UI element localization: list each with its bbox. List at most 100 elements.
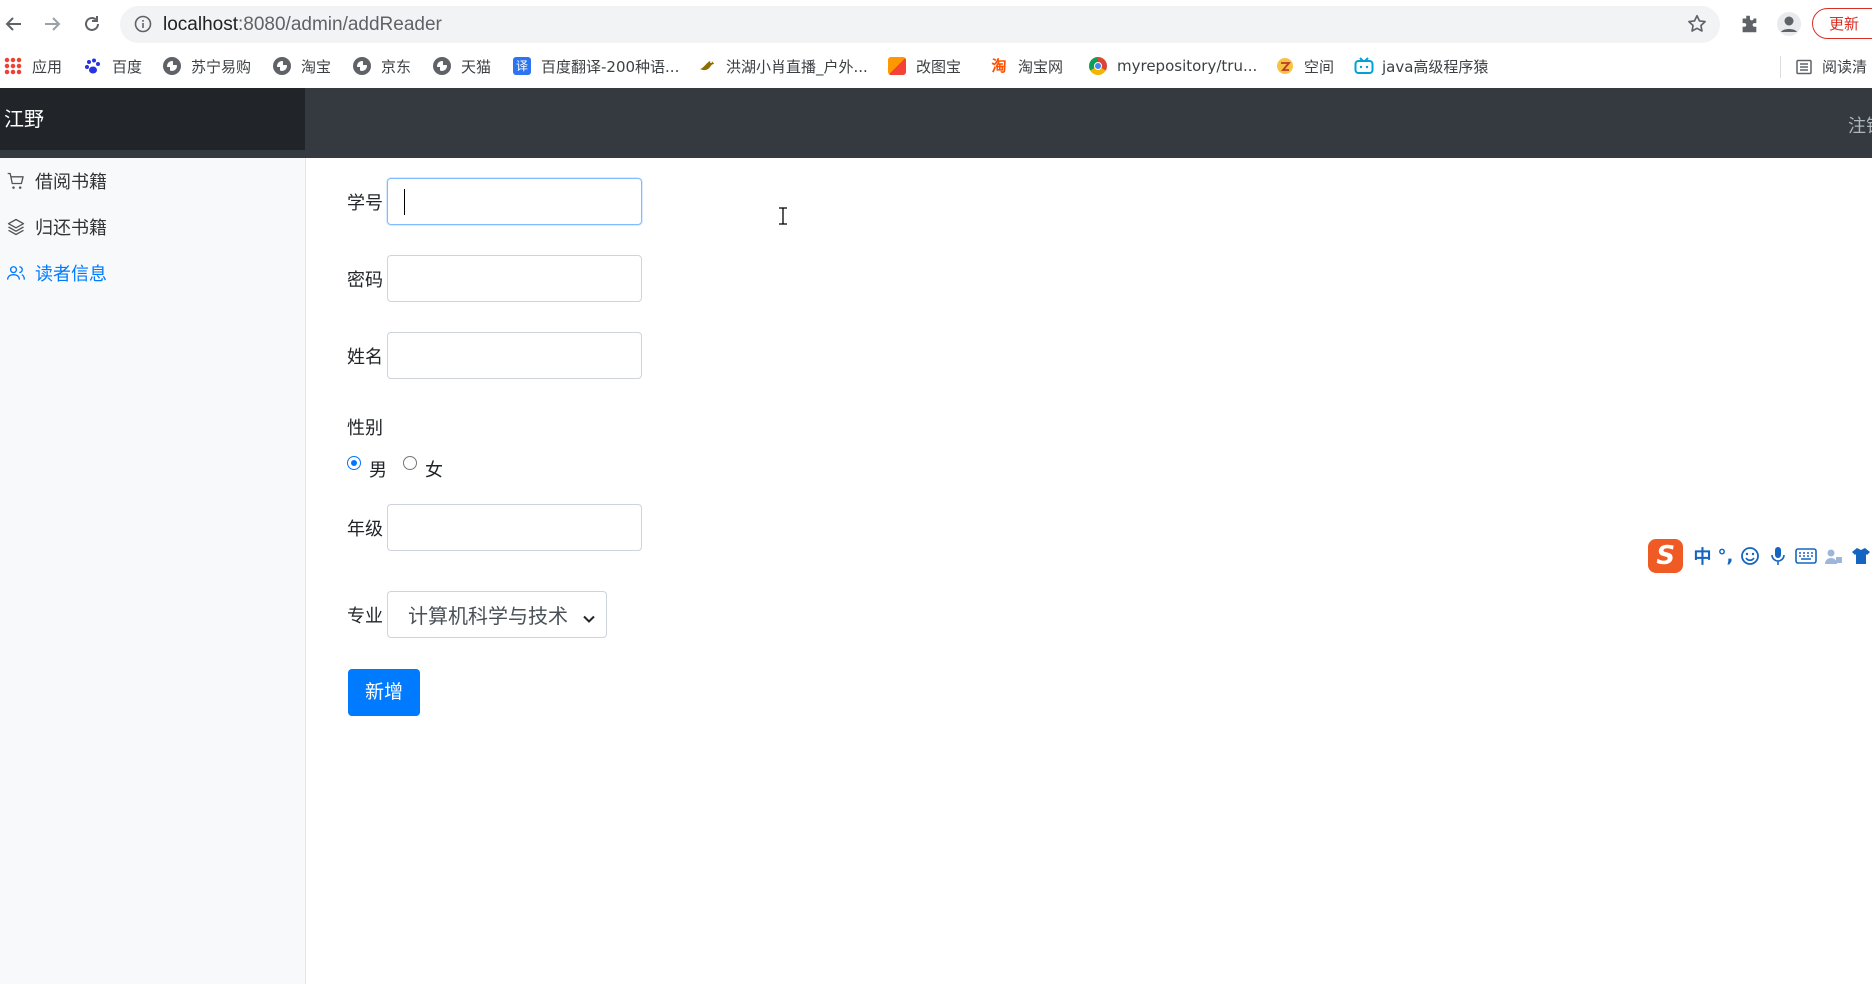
bookmark-live[interactable]: 洪湖小肖直播_户外... xyxy=(698,56,868,76)
keyboard-icon[interactable] xyxy=(1794,545,1817,567)
bookmark-label: 淘宝网 xyxy=(1018,57,1064,76)
bookmark-label: 淘宝 xyxy=(301,57,332,76)
name-input[interactable] xyxy=(387,332,642,379)
major-select[interactable]: 计算机科学与技术 xyxy=(387,591,607,638)
bilibili-icon xyxy=(1354,57,1374,75)
user-skin-icon[interactable] xyxy=(1823,545,1845,567)
ime-toolbar: S 中 °, xyxy=(1648,538,1872,574)
bookmark-label: 百度翻译-200种语... xyxy=(541,57,680,76)
globe-icon xyxy=(163,57,181,75)
address-bar[interactable]: localhost:8080/admin/addReader xyxy=(120,6,1720,43)
chrome-logo-icon xyxy=(1089,57,1107,75)
reading-list-label: 阅读清 xyxy=(1822,58,1868,76)
major-row: 专业 计算机科学与技术 xyxy=(347,591,607,638)
bookmark-qzone[interactable]: 空间 xyxy=(1276,56,1334,76)
reading-list-icon xyxy=(1796,59,1812,75)
translate-icon: 译 xyxy=(513,57,531,75)
bookmarks-bar: 应用 百度 苏宁易购 淘宝 京东 天猫 译 百度翻译-200种语... 洪湖小肖… xyxy=(0,48,1872,84)
bookmark-label: 改图宝 xyxy=(916,57,962,76)
extensions-icon[interactable] xyxy=(1736,11,1762,37)
bookmark-baidu[interactable]: 百度 xyxy=(84,56,142,76)
profile-avatar-icon[interactable] xyxy=(1776,11,1802,37)
bookmark-suning[interactable]: 苏宁易购 xyxy=(163,56,251,76)
sidebar-item-label: 归还书籍 xyxy=(35,218,107,239)
text-cursor-icon xyxy=(778,207,788,229)
add-reader-button[interactable]: 新增 xyxy=(348,669,420,716)
chevron-down-icon xyxy=(582,607,596,631)
sidebar-item-reader-info[interactable]: 读者信息 xyxy=(0,258,300,288)
gender-radio-female[interactable] xyxy=(403,456,417,470)
site-info-icon[interactable] xyxy=(134,15,152,37)
sidebar-item-return-books[interactable]: 归还书籍 xyxy=(0,212,300,242)
text-caret xyxy=(404,189,405,215)
bookmark-label: 天猫 xyxy=(461,57,492,76)
update-button[interactable]: 更新 xyxy=(1812,8,1872,39)
url-text: localhost:8080/admin/addReader xyxy=(163,14,442,36)
major-label: 专业 xyxy=(347,605,383,627)
url-path: :8080/admin/addReader xyxy=(238,14,442,35)
bookmark-apps[interactable]: 应用 xyxy=(4,56,62,76)
layers-icon xyxy=(5,216,27,238)
sidebar-item-borrow-books[interactable]: 借阅书籍 xyxy=(0,166,300,196)
ime-mode-toggle[interactable]: 中 xyxy=(1693,543,1711,569)
gender-option-female: 女 xyxy=(425,460,443,481)
bookmark-label: 洪湖小肖直播_户外... xyxy=(726,57,868,76)
microphone-icon[interactable] xyxy=(1767,545,1789,567)
ime-punct-toggle[interactable]: °, xyxy=(1717,546,1733,567)
bookmark-bilibili[interactable]: java高级程序猿 xyxy=(1354,56,1488,76)
bookmark-label: java高级程序猿 xyxy=(1382,57,1489,76)
name-label: 姓名 xyxy=(347,346,383,368)
bookmark-gaitubao[interactable]: 改图宝 xyxy=(888,56,961,76)
bookmark-taobao[interactable]: 淘宝 xyxy=(273,56,331,76)
browser-toolbar: localhost:8080/admin/addReader 更新 xyxy=(0,0,1872,48)
bookmark-label: myrepository/tru... xyxy=(1117,57,1258,75)
student-id-input[interactable] xyxy=(387,178,642,225)
logout-link[interactable]: 注销 xyxy=(1848,112,1872,138)
bookmark-baidu-translate[interactable]: 译 百度翻译-200种语... xyxy=(513,56,679,76)
brand-title[interactable]: 江野 xyxy=(0,88,305,150)
reload-icon xyxy=(85,16,99,31)
globe-icon xyxy=(353,57,371,75)
bird-icon xyxy=(698,57,716,75)
bookmark-jd[interactable]: 京东 xyxy=(353,56,411,76)
url-host: localhost xyxy=(163,14,238,35)
password-input[interactable] xyxy=(387,255,642,302)
major-selected-value: 计算机科学与技术 xyxy=(408,604,568,628)
sidebar: 借阅书籍 归还书籍 读者信息 xyxy=(0,158,306,984)
users-icon xyxy=(5,262,27,284)
qzone-icon xyxy=(1276,57,1294,75)
bookmark-label: 空间 xyxy=(1304,57,1335,76)
apps-grid-icon xyxy=(4,57,22,75)
forward-button[interactable] xyxy=(38,10,66,38)
reload-button[interactable] xyxy=(78,10,106,38)
sogou-logo-icon[interactable]: S xyxy=(1648,539,1684,573)
name-row: 姓名 xyxy=(347,332,642,379)
tshirt-icon[interactable] xyxy=(1850,545,1872,567)
bookmark-star-icon[interactable] xyxy=(1686,13,1708,39)
globe-icon xyxy=(273,57,291,75)
bookmarks-divider xyxy=(1780,56,1781,78)
emoji-icon[interactable] xyxy=(1739,545,1761,567)
grade-label: 年级 xyxy=(347,518,383,540)
bookmark-tmall[interactable]: 天猫 xyxy=(433,56,491,76)
sidebar-item-label: 读者信息 xyxy=(35,264,107,285)
bookmark-label: 百度 xyxy=(112,57,143,76)
bookmark-myrepository[interactable]: myrepository/tru... xyxy=(1089,56,1257,76)
reading-list-button[interactable]: 阅读清 xyxy=(1796,56,1867,77)
main-content: 学号 密码 姓名 性别 男 女 年级 专业 计算机科学与技术 新增 xyxy=(306,158,1872,984)
taobao-icon: 淘 xyxy=(991,57,1007,75)
baidu-paw-icon xyxy=(84,57,102,75)
bookmark-label: 京东 xyxy=(381,57,412,76)
student-id-label: 学号 xyxy=(347,192,383,214)
gender-radio-male[interactable] xyxy=(347,456,361,470)
grade-input[interactable] xyxy=(387,504,642,551)
cart-icon xyxy=(5,170,27,192)
back-arrow-icon xyxy=(5,17,21,31)
image-edit-icon xyxy=(888,57,906,75)
student-id-row: 学号 xyxy=(347,178,642,225)
back-button[interactable] xyxy=(0,10,28,38)
browser-chrome: localhost:8080/admin/addReader 更新 应用 百度 … xyxy=(0,0,1872,88)
password-row: 密码 xyxy=(347,255,642,302)
sidebar-item-label: 借阅书籍 xyxy=(35,172,107,193)
bookmark-taobao-net[interactable]: 淘 淘宝网 xyxy=(990,56,1063,76)
